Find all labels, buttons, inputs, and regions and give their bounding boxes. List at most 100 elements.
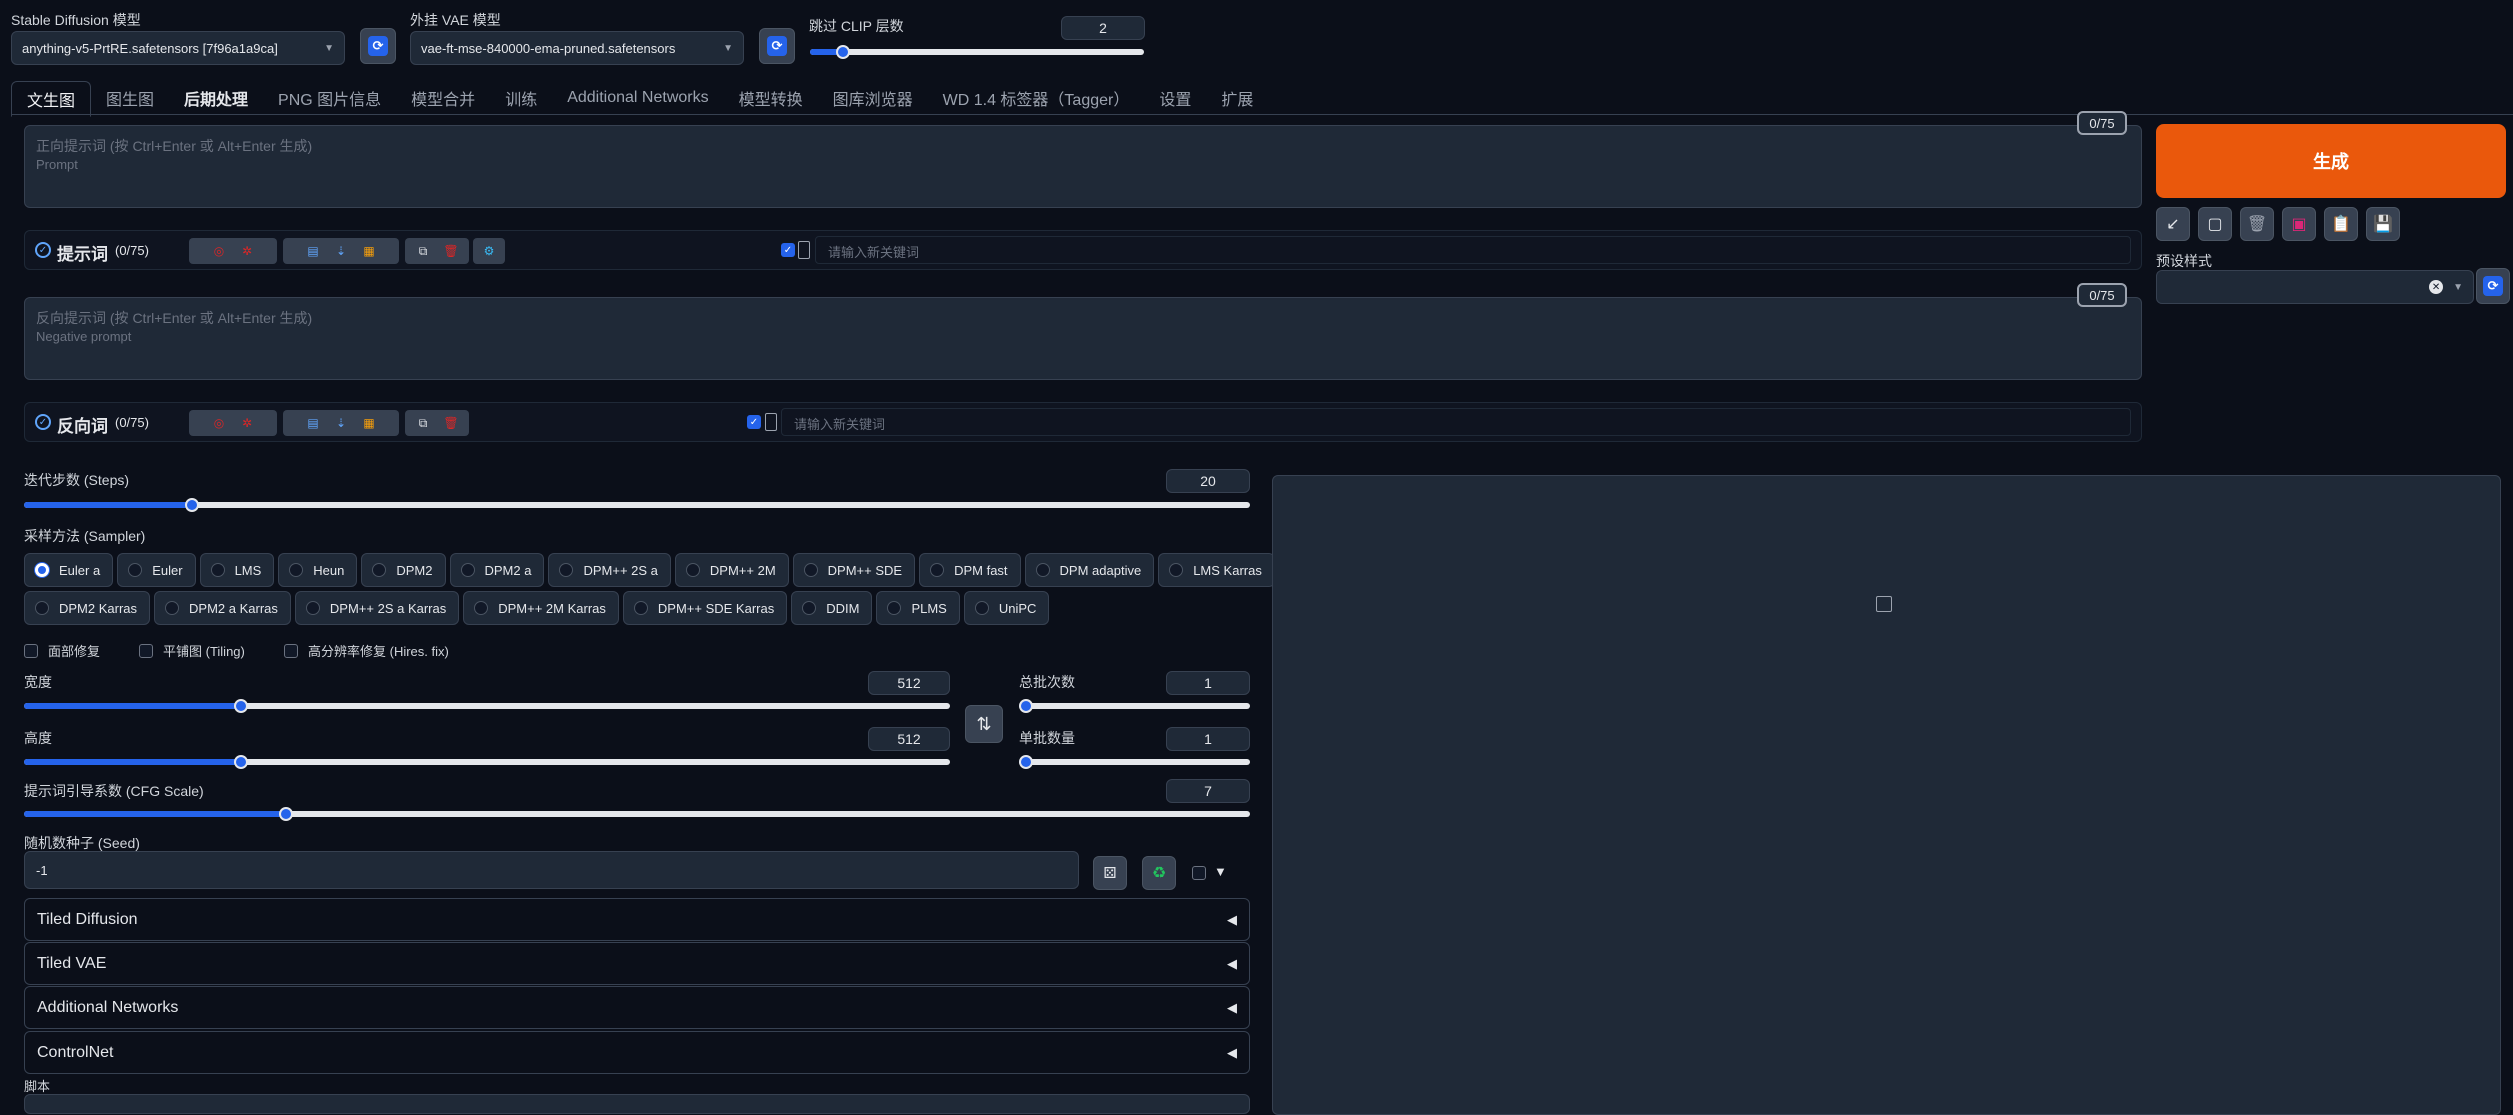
- radio-indicator[interactable]: [165, 601, 180, 615]
- sampler-option[interactable]: DPM++ 2M: [674, 553, 789, 587]
- trash-icon[interactable]: 🗑: [440, 240, 462, 262]
- random-seed-button[interactable]: ⚄: [1093, 856, 1127, 890]
- output-gallery[interactable]: [1272, 475, 2501, 1115]
- sampler-option[interactable]: LMS Karras: [1158, 553, 1275, 587]
- sampler-option[interactable]: DDIM: [791, 591, 873, 625]
- gear-icon[interactable]: ⚙: [478, 240, 500, 262]
- accordion-additional-networks[interactable]: Additional Networks ◀: [24, 986, 1250, 1029]
- radio-indicator[interactable]: [633, 601, 648, 615]
- radio-indicator[interactable]: [128, 563, 143, 577]
- tab-train[interactable]: 训练: [490, 81, 552, 115]
- negative-keyword-input[interactable]: 请输入新关键词: [781, 408, 2131, 436]
- radio-indicator[interactable]: [372, 563, 387, 577]
- tab-extras[interactable]: 后期处理: [169, 81, 263, 115]
- batch-size-input[interactable]: 1: [1166, 727, 1250, 751]
- radio-indicator[interactable]: [305, 601, 320, 615]
- width-input[interactable]: 512: [868, 671, 950, 695]
- translate-icon[interactable]: ◎: [208, 240, 230, 262]
- height-input[interactable]: 512: [868, 727, 950, 751]
- square-icon[interactable]: ▢: [2198, 207, 2232, 241]
- collapse-icon[interactable]: ✓: [35, 242, 51, 258]
- seed-input[interactable]: -1: [24, 851, 1079, 889]
- tiling-checkbox[interactable]: [139, 643, 153, 658]
- copy-icon[interactable]: ▤: [302, 412, 324, 434]
- generate-button[interactable]: 生成: [2156, 124, 2506, 198]
- clipboard-icon[interactable]: ⧉: [412, 412, 434, 434]
- sampler-option[interactable]: DPM++ 2S a: [548, 553, 671, 587]
- clipboard-icon[interactable]: 📋: [2324, 207, 2358, 241]
- tab-png-info[interactable]: PNG 图片信息: [263, 81, 396, 115]
- tab-extensions[interactable]: 扩展: [1206, 81, 1268, 115]
- image-icon[interactable]: ▣: [2282, 207, 2316, 241]
- sampler-option[interactable]: Euler: [117, 553, 196, 587]
- prompt-keyword-input[interactable]: 请输入新关键词: [815, 236, 2131, 264]
- refresh-styles-button[interactable]: ⟳: [2476, 268, 2510, 304]
- sampler-option[interactable]: DPM fast: [919, 553, 1021, 587]
- refresh-models-button[interactable]: ⟳: [360, 28, 396, 64]
- radio-indicator[interactable]: [35, 601, 49, 615]
- accordion-tiled-vae[interactable]: Tiled VAE ◀: [24, 942, 1250, 985]
- radio-indicator[interactable]: [35, 563, 49, 577]
- sampler-option[interactable]: PLMS: [876, 591, 960, 625]
- copy-icon[interactable]: ▤: [302, 240, 324, 262]
- tab-model-converter[interactable]: 模型转换: [724, 81, 818, 115]
- swap-dimensions-button[interactable]: ⇅: [965, 705, 1003, 743]
- radio-indicator[interactable]: [460, 563, 475, 577]
- negative-prompt-textarea[interactable]: 反向提示词 (按 Ctrl+Enter 或 Alt+Enter 生成) Nega…: [24, 297, 2142, 380]
- tab-img2img[interactable]: 图生图: [91, 81, 169, 115]
- radio-indicator[interactable]: [1035, 563, 1050, 577]
- sampler-option[interactable]: DPM++ SDE: [792, 553, 916, 587]
- accordion-tiled-diffusion[interactable]: Tiled Diffusion ◀: [24, 898, 1250, 941]
- translate-icon[interactable]: ◎: [208, 412, 230, 434]
- clipboard-icon[interactable]: ⧉: [412, 240, 434, 262]
- tab-additional-networks[interactable]: Additional Networks: [552, 81, 723, 115]
- radio-indicator[interactable]: [1169, 563, 1184, 577]
- reuse-seed-button[interactable]: ♻: [1142, 856, 1176, 890]
- sampler-option[interactable]: DPM adaptive: [1024, 553, 1155, 587]
- hires-option[interactable]: 高分辨率修复 (Hires. fix): [284, 641, 449, 660]
- extra-seed-toggle-icon[interactable]: ▼: [1214, 864, 1227, 879]
- paste-icon[interactable]: ⇣: [330, 240, 352, 262]
- tiling-option[interactable]: 平铺图 (Tiling): [139, 641, 245, 660]
- sampler-option[interactable]: DPM2 Karras: [24, 591, 151, 625]
- radio-indicator[interactable]: [887, 601, 902, 615]
- accordion-controlnet[interactable]: ControlNet ◀: [24, 1031, 1250, 1074]
- paste-icon[interactable]: ⇣: [330, 412, 352, 434]
- radio-indicator[interactable]: [210, 563, 225, 577]
- sampler-option[interactable]: DPM++ 2S a Karras: [294, 591, 460, 625]
- sampler-option[interactable]: DPM2 a Karras: [154, 591, 291, 625]
- history-icon[interactable]: ▦: [358, 240, 380, 262]
- enable-keyword-checkbox[interactable]: ✓: [747, 415, 761, 429]
- tab-txt2img[interactable]: 文生图: [11, 81, 92, 117]
- tab-image-browser[interactable]: 图库浏览器: [818, 81, 928, 115]
- save-icon[interactable]: 💾: [2366, 207, 2400, 241]
- arrow-icon[interactable]: ↙: [2156, 207, 2190, 241]
- refresh-vae-button[interactable]: ⟳: [759, 28, 795, 64]
- sampler-option[interactable]: Heun: [278, 553, 358, 587]
- history-icon[interactable]: ▦: [358, 412, 380, 434]
- sampler-option[interactable]: DPM2 a: [449, 553, 545, 587]
- radio-indicator[interactable]: [803, 563, 818, 577]
- trash-icon[interactable]: 🗑: [2240, 207, 2274, 241]
- tab-tagger[interactable]: WD 1.4 标签器（Tagger）: [928, 81, 1145, 115]
- sampler-option[interactable]: Euler a: [24, 553, 114, 587]
- sd-model-dropdown[interactable]: anything-v5-PrtRE.safetensors [7f96a1a9c…: [11, 31, 345, 65]
- settings-red-icon[interactable]: ✲: [236, 412, 258, 434]
- collapse-icon[interactable]: ✓: [35, 414, 51, 430]
- sampler-option[interactable]: DPM++ 2M Karras: [463, 591, 619, 625]
- script-dropdown[interactable]: [24, 1094, 1250, 1114]
- settings-red-icon[interactable]: ✲: [236, 240, 258, 262]
- tab-checkpoint-merger[interactable]: 模型合并: [396, 81, 490, 115]
- face-restore-checkbox[interactable]: [24, 643, 38, 658]
- hires-checkbox[interactable]: [284, 643, 298, 658]
- enable-keyword-checkbox[interactable]: ✓: [781, 243, 795, 257]
- tab-settings[interactable]: 设置: [1144, 81, 1206, 115]
- batch-count-input[interactable]: 1: [1166, 671, 1250, 695]
- vae-dropdown[interactable]: vae-ft-mse-840000-ema-pruned.safetensors…: [410, 31, 744, 65]
- radio-indicator[interactable]: [930, 563, 945, 577]
- extra-seed-checkbox[interactable]: [1192, 866, 1206, 880]
- radio-indicator[interactable]: [974, 601, 989, 615]
- radio-indicator[interactable]: [474, 601, 489, 615]
- sampler-option[interactable]: UniPC: [963, 591, 1050, 625]
- sampler-option[interactable]: DPM2: [361, 553, 446, 587]
